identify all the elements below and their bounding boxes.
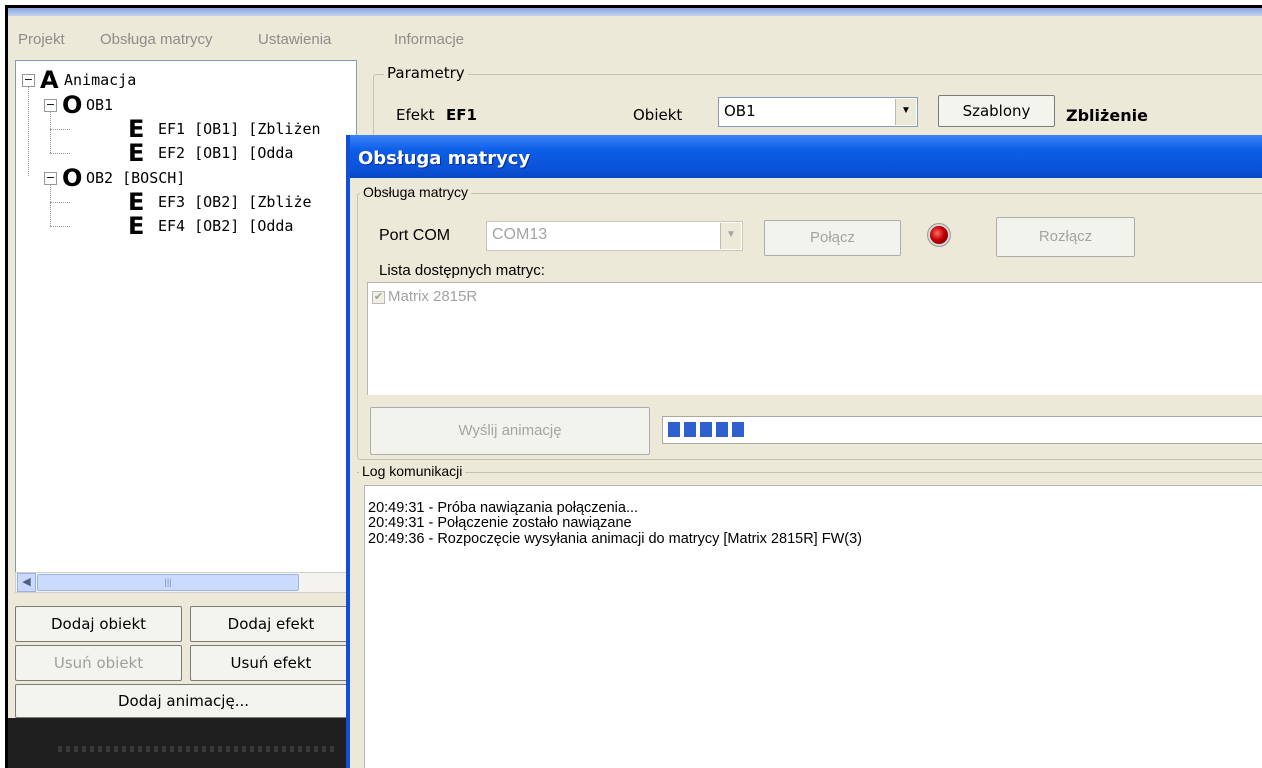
- chevron-down-icon[interactable]: ▼: [720, 223, 741, 249]
- preview-strip: [8, 718, 348, 768]
- menu-obsluga-matrycy[interactable]: Obsługa matrycy: [100, 31, 213, 48]
- object-icon: O: [62, 164, 83, 192]
- dialog-titlebar[interactable]: Obsługa matrycy: [350, 135, 1262, 178]
- scroll-thumb[interactable]: |||: [37, 574, 299, 591]
- port-com-value: COM13: [492, 226, 548, 243]
- parameters-group-title: Parametry: [384, 64, 468, 82]
- object-label: Obiekt: [633, 106, 683, 124]
- tree-node-animacja[interactable]: − A Animacja: [16, 68, 356, 92]
- tree-node-label: EF4 [OB2] [Odda: [158, 217, 294, 235]
- tree-node-ef2[interactable]: E EF2 [OB1] [Odda: [16, 141, 356, 165]
- scroll-left-icon[interactable]: ◀: [17, 573, 36, 592]
- menu-bar: Projekt Obsługa matrycy Ustawienia Infor…: [8, 16, 1262, 60]
- tree-horizontal-scrollbar[interactable]: ◀ |||: [15, 572, 357, 593]
- effect-icon: E: [128, 139, 145, 167]
- menu-informacje[interactable]: Informacje: [394, 31, 464, 48]
- animation-tree[interactable]: − A Animacja − O OB1 E EF1 [OB1] [Zbliże…: [15, 60, 357, 574]
- window-top-border: [8, 8, 1262, 16]
- templates-button[interactable]: Szablony: [938, 95, 1055, 127]
- tree-node-ef4[interactable]: E EF4 [OB2] [Odda: [16, 214, 356, 238]
- template-name: Zbliżenie: [1066, 106, 1148, 125]
- matrix-checkbox[interactable]: ✔: [372, 291, 385, 304]
- effect-label: Efekt: [396, 106, 435, 124]
- effect-icon: E: [128, 212, 145, 240]
- tree-node-label: EF1 [OB1] [Zbliżen: [158, 120, 321, 138]
- progress-segment: [732, 422, 744, 437]
- effect-icon: E: [128, 188, 145, 216]
- object-icon: O: [62, 91, 83, 119]
- effect-value: EF1: [446, 106, 477, 124]
- progress-segment: [668, 422, 680, 437]
- led-matrix-preview: [58, 746, 338, 752]
- matrix-dialog: Obsługa matrycy Obsługa matrycy Port COM…: [346, 135, 1262, 768]
- menu-projekt[interactable]: Projekt: [18, 31, 65, 48]
- log-group-divider: [357, 472, 1262, 473]
- progress-segment: [684, 422, 696, 437]
- add-animation-button[interactable]: Dodaj animację...: [15, 684, 352, 718]
- tree-node-label: EF3 [OB2] [Zbliże: [158, 193, 312, 211]
- progress-segment: [700, 422, 712, 437]
- tree-node-ef3[interactable]: E EF3 [OB2] [Zbliże: [16, 190, 356, 214]
- send-animation-button[interactable]: Wyślij animację: [370, 407, 650, 455]
- communication-log[interactable]: 20:49:31 - Próba nawiązania połączenia..…: [364, 485, 1262, 768]
- animation-icon: A: [40, 66, 59, 94]
- port-com-label: Port COM: [379, 227, 451, 244]
- add-effect-button[interactable]: Dodaj efekt: [190, 606, 352, 642]
- collapse-icon[interactable]: −: [44, 172, 57, 185]
- matrix-group-title: Obsługa matrycy: [360, 184, 472, 200]
- collapse-icon[interactable]: −: [22, 74, 35, 87]
- log-line: 20:49:36 - Rozpoczęcie wysyłania animacj…: [368, 531, 862, 547]
- disconnect-button[interactable]: Rozłącz: [996, 217, 1135, 257]
- add-object-button[interactable]: Dodaj obiekt: [15, 606, 182, 642]
- remove-effect-button[interactable]: Usuń efekt: [190, 645, 352, 681]
- connect-button[interactable]: Połącz: [764, 220, 901, 256]
- connection-status-led-icon: [930, 226, 948, 244]
- log-line: 20:49:31 - Próba nawiązania połączenia..…: [368, 500, 639, 516]
- menu-ustawienia[interactable]: Ustawienia: [258, 31, 331, 48]
- matrix-list-item[interactable]: Matrix 2815R: [388, 288, 477, 305]
- tree-node-ob2[interactable]: − O OB2 [BOSCH]: [16, 166, 356, 190]
- port-com-select[interactable]: COM13 ▼: [486, 221, 743, 251]
- tree-node-label: Animacja: [64, 71, 137, 89]
- send-progress-bar: [662, 416, 1262, 444]
- chevron-down-icon[interactable]: ▼: [895, 99, 916, 125]
- log-line: 20:49:31 - Połączenie zostało nawiązane: [368, 515, 632, 531]
- matrix-list-label: Lista dostępnych matryc:: [379, 262, 545, 279]
- dialog-title: Obsługa matrycy: [358, 148, 531, 169]
- progress-segment: [716, 422, 728, 437]
- tree-node-ob1[interactable]: − O OB1: [16, 93, 356, 117]
- effect-icon: E: [128, 115, 145, 143]
- tree-node-ef1[interactable]: E EF1 [OB1] [Zbliżen: [16, 117, 356, 141]
- tree-node-label: OB2 [BOSCH]: [86, 169, 186, 187]
- main-window: Projekt Obsługa matrycy Ustawienia Infor…: [5, 5, 1262, 768]
- object-select[interactable]: OB1 ▼: [718, 97, 918, 127]
- tree-node-label: OB1: [86, 96, 114, 114]
- matrix-list[interactable]: ✔ Matrix 2815R: [367, 282, 1262, 395]
- tree-node-label: EF2 [OB1] [Odda: [158, 144, 294, 162]
- object-select-value: OB1: [724, 102, 756, 120]
- remove-object-button[interactable]: Usuń obiekt: [15, 645, 182, 681]
- collapse-icon[interactable]: −: [44, 99, 57, 112]
- log-group-title: Log komunikacji: [359, 463, 466, 479]
